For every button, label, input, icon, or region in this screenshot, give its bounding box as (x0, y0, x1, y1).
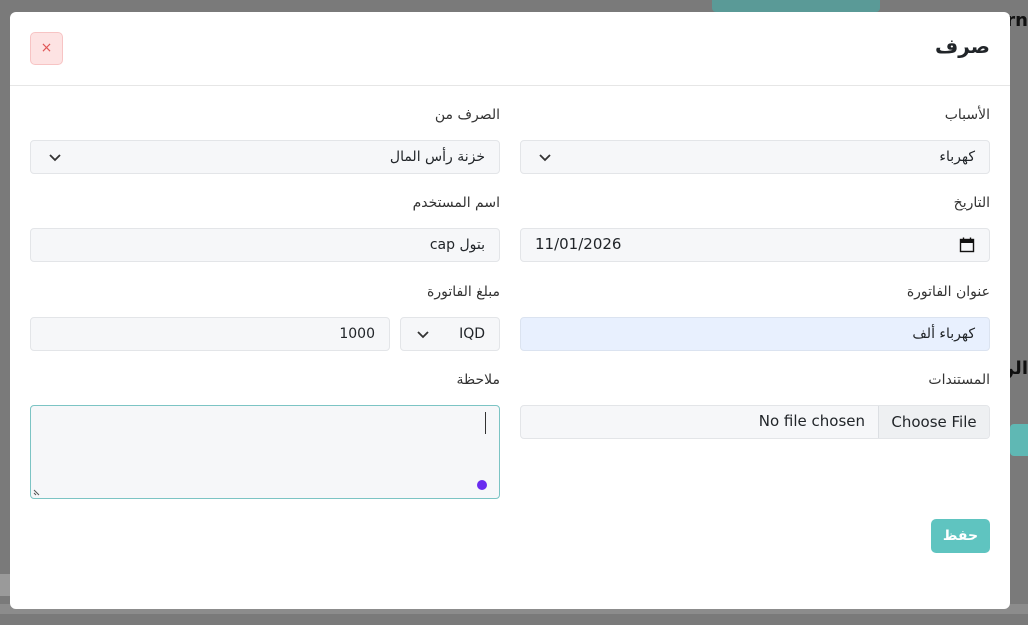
reasons-label: الأسباب (944, 107, 990, 123)
chevron-down-icon (415, 326, 431, 342)
status-dot-icon (477, 480, 487, 490)
background-button (1010, 424, 1028, 456)
expense-modal: صرف × الأسباب كهرباء الصرف من خزنة رأس ا… (10, 12, 1010, 609)
reasons-select[interactable]: كهرباء (520, 140, 990, 174)
file-status: No file chosen (758, 412, 865, 430)
source-select[interactable]: خزنة رأس المال (30, 140, 500, 174)
source-value: خزنة رأس المال (389, 149, 485, 165)
documents-label: المستندات (928, 372, 990, 388)
note-textarea[interactable] (30, 405, 500, 499)
username-field[interactable]: بتول cap (30, 228, 500, 262)
calendar-icon[interactable] (959, 237, 975, 253)
background-button (712, 0, 880, 12)
source-label: الصرف من (434, 107, 500, 123)
username-value: بتول cap (429, 237, 485, 253)
invoice-title-label: عنوان الفاتورة (906, 284, 990, 300)
date-value: 11/01/2026 (535, 235, 622, 253)
reasons-value: كهرباء (939, 149, 975, 165)
note-label: ملاحظة (456, 372, 501, 388)
chevron-down-icon (537, 149, 553, 165)
invoice-amount-value: 1000 (339, 326, 375, 342)
invoice-amount-label: مبلغ الفاتورة (427, 284, 500, 300)
text-caret (485, 412, 486, 434)
invoice-title-input[interactable]: كهرباء ألف (520, 317, 990, 351)
background-scroll (0, 574, 10, 596)
currency-value: IQD (459, 326, 485, 342)
invoice-title-value: كهرباء ألف (912, 326, 975, 342)
date-input[interactable]: 11/01/2026 (520, 228, 990, 262)
currency-select[interactable]: IQD (400, 317, 500, 351)
date-label: التاريخ (953, 195, 990, 211)
username-label: اسم المستخدم (412, 195, 500, 211)
chevron-down-icon (47, 149, 63, 165)
invoice-amount-input[interactable]: 1000 (30, 317, 390, 351)
choose-file-button[interactable]: Choose File (878, 406, 989, 438)
resize-handle-icon[interactable] (33, 487, 42, 496)
close-icon: × (40, 40, 53, 56)
modal-header: صرف × (10, 12, 1010, 86)
save-button[interactable]: حفظ (931, 519, 990, 553)
close-button[interactable]: × (30, 32, 63, 65)
documents-file-input[interactable]: Choose File No file chosen (520, 405, 990, 439)
modal-title: صرف (935, 34, 990, 58)
